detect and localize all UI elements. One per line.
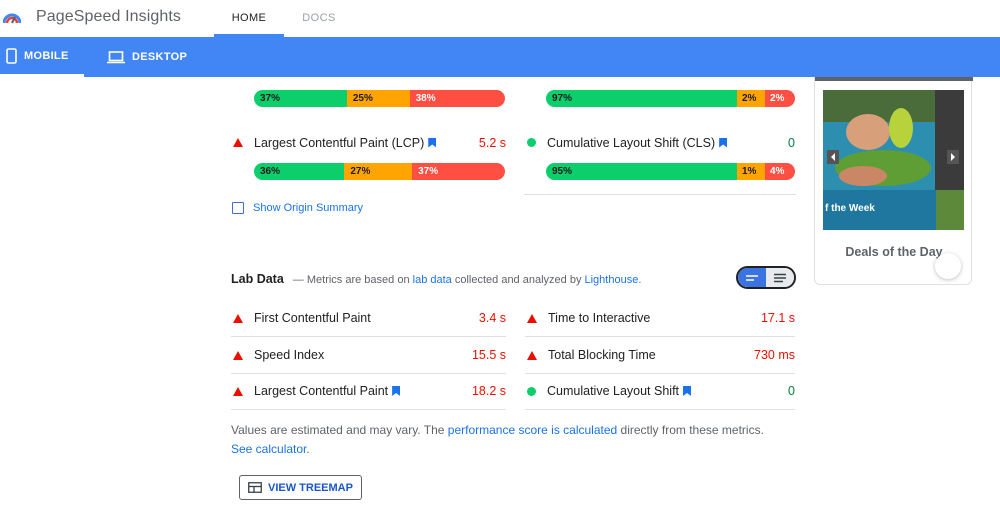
field-metric-lcp: Largest Contentful Paint (LCP) 5.2 s — [231, 124, 506, 161]
poor-triangle-icon — [233, 313, 243, 323]
poor-triangle-icon — [233, 138, 243, 147]
view-treemap-label: VIEW TREEMAP — [268, 481, 353, 494]
dist-average: 25% — [346, 90, 410, 107]
dist-good: 36% — [254, 163, 345, 180]
estimate-footnote: Values are estimated and may vary. The p… — [231, 423, 764, 456]
dist-average: 2% — [737, 90, 765, 107]
dist-poor: 38% — [409, 90, 505, 107]
pagespeed-logo-icon — [3, 13, 21, 24]
poor-triangle-icon — [527, 313, 537, 323]
dist-average: 27% — [344, 163, 413, 180]
lab-metric-tti: Time to Interactive 17.1 s — [525, 300, 795, 337]
ad-card[interactable]: f the Week Deals of the Day — [814, 77, 973, 285]
laptop-icon — [107, 50, 125, 63]
compact-lines-icon — [746, 274, 758, 281]
dist-good: 95% — [546, 163, 737, 180]
metric-value: 17.1 s — [760, 311, 795, 325]
metric-value: 15.5 s — [471, 348, 506, 362]
app-title: PageSpeed Insights — [36, 8, 182, 25]
metric-value: 730 ms — [754, 348, 795, 362]
bookmark-icon[interactable] — [683, 386, 692, 396]
nav-tab-home[interactable]: HOME — [214, 0, 284, 37]
good-circle-icon — [527, 138, 536, 147]
metric-value: 0 — [788, 135, 795, 150]
lab-data-title: Lab Data — [231, 272, 284, 286]
lab-metric-tbt: Total Blocking Time 730 ms — [525, 337, 795, 374]
distribution-bar: 36% 27% 37% — [254, 163, 505, 180]
tab-mobile-label: MOBILE — [24, 49, 69, 62]
lab-data-link[interactable]: lab data — [413, 274, 452, 286]
metric-label: Largest Contentful Paint (LCP) — [254, 135, 425, 150]
show-origin-summary[interactable]: Show Origin Summary — [232, 202, 363, 214]
tab-mobile[interactable]: MOBILE — [0, 37, 84, 77]
origin-summary-label: Show Origin Summary — [253, 202, 364, 214]
metric-label: Time to Interactive — [548, 311, 651, 325]
metric-label: Speed Index — [254, 348, 325, 362]
metric-label: Cumulative Layout Shift — [547, 384, 680, 398]
poor-triangle-icon — [233, 386, 243, 396]
tab-desktop-label: DESKTOP — [132, 51, 188, 63]
dist-poor: 37% — [412, 163, 505, 180]
ad-scroll-circle[interactable] — [935, 253, 961, 279]
metric-label: Cumulative Layout Shift (CLS) — [547, 135, 716, 150]
distribution-bar: 37% 25% 38% — [254, 90, 505, 107]
lighthouse-link[interactable]: Lighthouse — [585, 274, 639, 286]
dist-good: 37% — [254, 90, 347, 107]
see-calculator-link[interactable]: See calculator — [231, 442, 306, 456]
divider — [524, 194, 796, 195]
metric-value: 3.4 s — [478, 311, 506, 325]
view-toggle[interactable] — [736, 266, 796, 289]
poor-triangle-icon — [527, 350, 537, 360]
origin-summary-checkbox[interactable] — [232, 202, 244, 214]
ad-image: f the Week — [823, 90, 964, 230]
distribution-bar: 95% 1% 4% — [546, 163, 795, 180]
performance-score-link[interactable]: performance score is calculated — [448, 423, 617, 437]
device-mode-bar: MOBILE DESKTOP — [0, 37, 1000, 77]
tab-desktop[interactable]: DESKTOP — [104, 37, 187, 77]
metric-label: Largest Contentful Paint — [254, 384, 389, 398]
phone-icon — [6, 47, 17, 64]
good-circle-icon — [527, 386, 536, 396]
lab-metric-lcp: Largest Contentful Paint 18.2 s — [231, 373, 506, 410]
top-header: PageSpeed Insights HOME DOCS — [0, 0, 1000, 37]
metric-label: Total Blocking Time — [548, 348, 656, 362]
metric-value: 18.2 s — [471, 384, 506, 398]
treemap-icon — [248, 482, 262, 493]
metric-label: First Contentful Paint — [254, 311, 371, 325]
lab-metric-cls: Cumulative Layout Shift 0 — [525, 373, 795, 410]
ad-card-topbar — [815, 77, 973, 81]
bookmark-icon[interactable] — [428, 137, 437, 148]
bookmark-icon[interactable] — [719, 137, 728, 148]
distribution-bar: 97% 2% 2% — [546, 90, 795, 107]
ad-image-text: f the Week — [825, 203, 875, 214]
lab-metric-fcp: First Contentful Paint 3.4 s — [231, 300, 506, 337]
dist-poor: 2% — [765, 90, 795, 107]
nav-tab-docs[interactable]: DOCS — [286, 0, 352, 37]
poor-triangle-icon — [233, 350, 243, 360]
lab-data-description: — Metrics are based on lab data collecte… — [292, 274, 642, 286]
toggle-summary-view[interactable] — [738, 268, 766, 287]
toggle-expanded-view[interactable] — [766, 268, 794, 287]
bookmark-icon[interactable] — [392, 386, 401, 396]
dist-poor: 4% — [765, 163, 795, 180]
expanded-lines-icon — [774, 273, 786, 282]
lab-data-header: Lab Data — Metrics are based on lab data… — [231, 272, 641, 286]
metric-value: 5.2 s — [478, 135, 506, 150]
view-treemap-button[interactable]: VIEW TREEMAP — [239, 475, 362, 500]
lab-metric-speed-index: Speed Index 15.5 s — [231, 337, 506, 374]
field-metric-cls: Cumulative Layout Shift (CLS) 0 — [525, 124, 795, 161]
dist-average: 1% — [737, 163, 765, 180]
dist-good: 97% — [546, 90, 737, 107]
metric-value: 0 — [788, 384, 795, 398]
